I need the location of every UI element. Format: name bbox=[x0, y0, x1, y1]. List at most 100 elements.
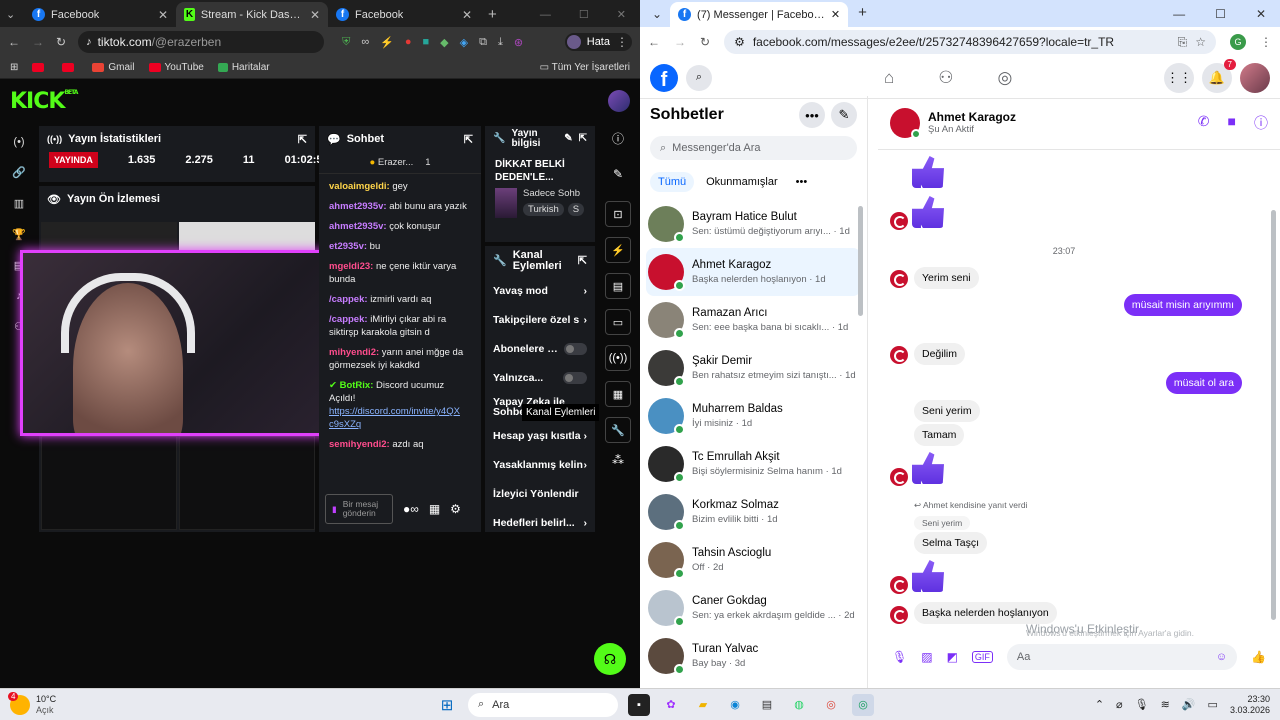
battery-icon[interactable]: ▭ bbox=[1208, 698, 1218, 711]
bolt-icon[interactable]: ⚡ bbox=[380, 36, 394, 49]
record-icon[interactable]: ● bbox=[405, 36, 412, 49]
back-icon[interactable]: ← bbox=[648, 35, 660, 49]
toggle-switch[interactable] bbox=[563, 371, 587, 384]
bookmark-youtube-icon[interactable] bbox=[32, 62, 48, 73]
action-subscribers-only[interactable]: Abonelere öz... bbox=[485, 334, 595, 363]
trophy-icon[interactable]: 🏆 bbox=[12, 228, 26, 241]
store-icon[interactable]: ▤ bbox=[756, 694, 778, 716]
wifi-icon[interactable]: ≋ bbox=[1161, 698, 1170, 711]
file-explorer-icon[interactable]: ▰ bbox=[692, 694, 714, 716]
message-bubble[interactable]: Tamam bbox=[914, 424, 965, 446]
popout-icon[interactable]: ⇱ bbox=[464, 133, 473, 146]
conversation-item[interactable]: Şakir Demir Ben rahatsız etmeyim sizi tan… bbox=[640, 344, 867, 392]
conversation-item[interactable]: Muharrem Baldas İyi misiniz · 1d bbox=[640, 392, 867, 440]
bookmark-youtube-icon-2[interactable] bbox=[62, 62, 78, 73]
close-window-icon[interactable]: ✕ bbox=[1256, 7, 1266, 21]
popout-icon[interactable]: ⇱ bbox=[579, 134, 587, 144]
task-view-icon[interactable]: ▪ bbox=[628, 693, 650, 716]
message-bubble[interactable]: Değilim bbox=[914, 343, 966, 365]
kebab-menu-icon[interactable]: ⋮ bbox=[1260, 35, 1272, 49]
thumbs-up-send-icon[interactable]: 👍 bbox=[1251, 650, 1266, 664]
pinned-bar[interactable]: ● Erazer... 1 bbox=[319, 152, 481, 174]
contact-name[interactable]: Ahmet Karagoz bbox=[928, 110, 1016, 124]
mic-icon[interactable]: 🎙 bbox=[892, 650, 907, 664]
menu-grid-icon[interactable]: ⋮⋮ bbox=[1164, 62, 1194, 93]
minimize-icon[interactable]: — bbox=[1173, 7, 1185, 21]
toggle-switch[interactable] bbox=[564, 342, 587, 355]
conversation-item[interactable]: Turan Yalvac Bay bay · 3d bbox=[640, 632, 867, 680]
bookmark-youtube[interactable]: YouTube bbox=[148, 62, 204, 73]
action-banned-words[interactable]: Yasaklanmış kelin › bbox=[485, 450, 595, 479]
shield-icon[interactable]: ⛨ bbox=[342, 36, 350, 49]
forward-icon[interactable]: → bbox=[32, 35, 44, 49]
message-bubble[interactable]: Selma Taşçı bbox=[914, 532, 987, 554]
tab-search-icon[interactable]: ⌄ bbox=[644, 7, 670, 27]
broadcast-icon[interactable]: ((•)) bbox=[605, 345, 631, 371]
chrome-icon[interactable]: ◎ bbox=[820, 694, 842, 716]
chat-link[interactable]: https://discord.com/invite/y4QX c9sXZq bbox=[329, 406, 460, 430]
support-button[interactable]: ☊ bbox=[594, 643, 626, 675]
home-icon[interactable]: ⌂ bbox=[884, 68, 894, 88]
notifications-icon[interactable]: 🔔 7 bbox=[1202, 58, 1236, 93]
popout-icon[interactable]: ⇱ bbox=[578, 255, 587, 267]
broadcast-icon[interactable]: (•) bbox=[13, 136, 24, 148]
mic-icon[interactable]: 🎙 bbox=[1135, 698, 1149, 711]
message-bubble[interactable]: Seni yerim bbox=[914, 400, 980, 422]
reload-icon[interactable]: ↻ bbox=[56, 35, 66, 49]
search-icon[interactable]: ⌕ bbox=[686, 64, 712, 91]
right-url-field[interactable]: ⚙ facebook.com/messages/e2ee/t/2573274839… bbox=[724, 30, 1216, 54]
message-bubble[interactable]: Yerim seni bbox=[914, 267, 979, 289]
tab-facebook-2[interactable]: f Facebook ✕ bbox=[328, 2, 480, 27]
extension-icon[interactable]: ◈ bbox=[460, 36, 468, 49]
store-icon[interactable]: ▦ bbox=[605, 381, 631, 407]
new-tab-button[interactable]: + bbox=[848, 4, 877, 27]
gif-icon[interactable]: GIF bbox=[971, 651, 993, 663]
edit-icon[interactable]: ✎ bbox=[564, 134, 572, 144]
weather-widget[interactable]: 4 10°C Açık bbox=[0, 691, 130, 716]
forward-icon[interactable]: → bbox=[674, 35, 686, 49]
scrollbar[interactable] bbox=[858, 206, 863, 316]
left-url-field[interactable]: ♪ tiktok.com/@erazerben bbox=[78, 31, 325, 53]
info-icon[interactable]: ⓘ bbox=[612, 130, 624, 147]
groups-icon[interactable]: ◎ bbox=[998, 68, 1013, 88]
conversation-item[interactable]: Ramazan Arıcı Sen: eee başka bana bi sıca… bbox=[640, 296, 867, 344]
copilot-icon[interactable]: ✿ bbox=[660, 694, 682, 716]
cast-icon[interactable]: ⎘ bbox=[1178, 35, 1188, 50]
action-emotes-only[interactable]: Yalnızca... bbox=[485, 363, 595, 392]
filter-more-icon[interactable]: ••• bbox=[790, 172, 814, 192]
video-icon[interactable]: ■ bbox=[1228, 113, 1236, 133]
close-icon[interactable]: ✕ bbox=[462, 8, 472, 22]
conversation-item[interactable]: Ahmet Karagoz Başka nelerden hoşlanıyon ·… bbox=[646, 248, 861, 296]
document-icon[interactable]: ▤ bbox=[605, 273, 631, 299]
taskbar-search[interactable]: ⌕ Ara bbox=[468, 692, 618, 717]
scrollbar[interactable] bbox=[1271, 210, 1276, 620]
apps-icon[interactable]: ⁂ bbox=[612, 453, 624, 467]
tab-search-icon[interactable]: ⌄ bbox=[2, 2, 24, 27]
extension-icon[interactable]: ◆ bbox=[440, 36, 448, 49]
sticker-icon[interactable]: ◩ bbox=[947, 650, 958, 664]
kick-logo[interactable]: KICKBETA bbox=[10, 89, 78, 114]
kebab-menu-icon[interactable]: ⋮ bbox=[616, 35, 628, 49]
wrench-icon[interactable]: 🔧 bbox=[605, 417, 631, 443]
bookmark-maps[interactable]: Haritalar bbox=[217, 62, 270, 73]
volume-icon[interactable]: 🔊 bbox=[1182, 698, 1196, 711]
chrome-active-icon[interactable]: ◎ bbox=[852, 693, 874, 716]
more-options-icon[interactable]: ••• bbox=[799, 102, 825, 128]
close-icon[interactable]: ✕ bbox=[831, 8, 840, 21]
tab-messenger[interactable]: f (7) Messenger | Facebook ✕ bbox=[670, 2, 849, 27]
emoji-icon[interactable]: ☺ bbox=[1216, 651, 1227, 663]
apps-grid-icon[interactable]: ⊞ bbox=[10, 62, 18, 73]
conversation-item[interactable]: Caner Gokdag Sen: ya erkek akrdaşım geldi… bbox=[640, 584, 867, 632]
emote-icon[interactable]: ●∞ bbox=[403, 502, 419, 516]
filter-all[interactable]: Tümü bbox=[650, 172, 695, 192]
edge-icon[interactable]: ◉ bbox=[724, 694, 746, 716]
image-icon[interactable]: ▨ bbox=[921, 650, 932, 664]
close-window-icon[interactable]: ✕ bbox=[617, 8, 626, 21]
profile-avatar[interactable]: G bbox=[1230, 34, 1246, 50]
new-tab-button[interactable]: + bbox=[480, 2, 505, 27]
analytics-icon[interactable]: ▥ bbox=[14, 197, 24, 210]
whatsapp-icon[interactable]: ◍ bbox=[788, 694, 810, 716]
filter-unread[interactable]: Okunmamışlar bbox=[700, 172, 784, 192]
edit-icon[interactable]: ✎ bbox=[613, 167, 623, 181]
link-icon[interactable]: 🔗 bbox=[12, 166, 26, 179]
